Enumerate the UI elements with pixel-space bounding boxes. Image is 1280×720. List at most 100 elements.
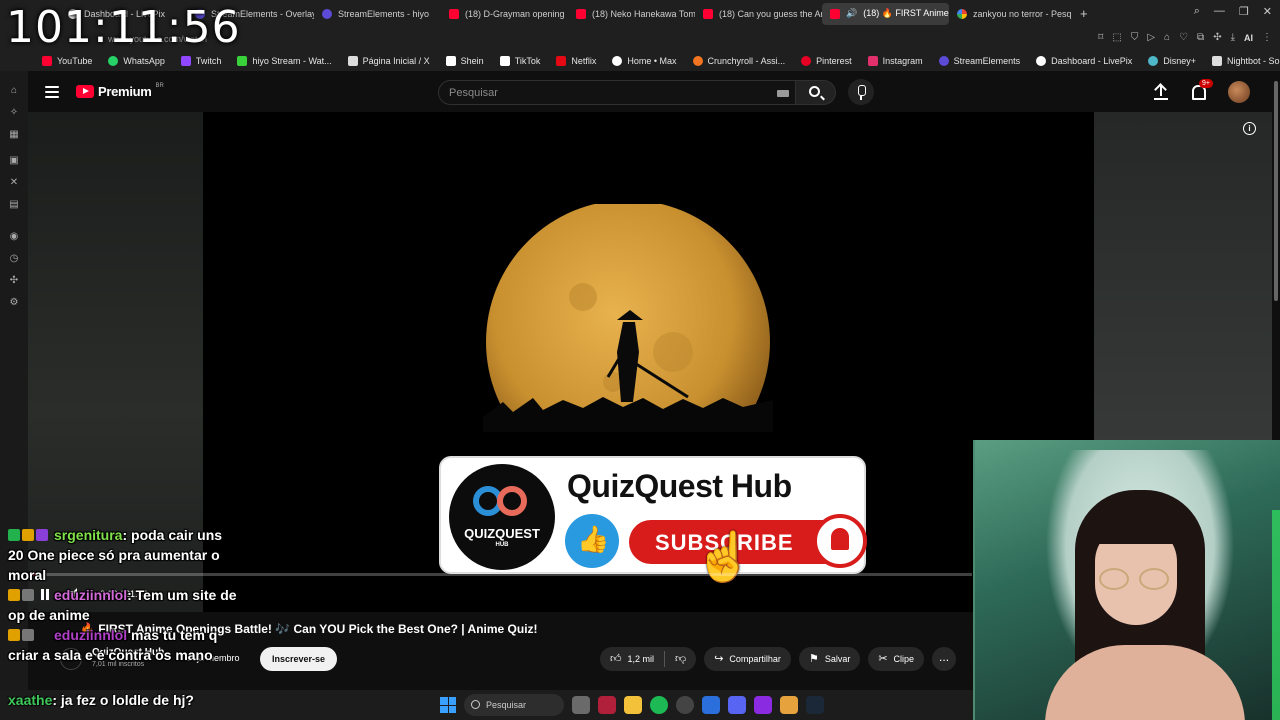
taskbar-apps: Pesquisar <box>440 694 824 716</box>
like-button[interactable]: 👍︎ 1,2 mil <box>600 647 664 671</box>
speaker-icon: 🔊 <box>846 8 858 18</box>
bookmark-instagram[interactable]: Instagram <box>860 56 931 66</box>
steam-icon[interactable] <box>806 696 824 714</box>
tiktok-icon <box>499 56 510 66</box>
bookmark-tiktok[interactable]: TikTok <box>492 56 549 66</box>
netflix-icon <box>556 56 567 66</box>
windows-start-icon[interactable] <box>440 697 456 713</box>
tab-dgrayman[interactable]: (18) D-Grayman opening <box>441 3 568 25</box>
new-tab-button[interactable]: + <box>1080 6 1088 21</box>
account-avatar[interactable] <box>1228 81 1250 103</box>
extension-toolbar: ⌑ ⬚ ⛉ ▷ ⌂ ♡ ⧉ ✣ ⤓ AI ⋮ <box>1098 32 1272 43</box>
spotify-icon[interactable] <box>650 696 668 714</box>
obs-icon[interactable] <box>676 696 694 714</box>
restore-icon[interactable]: ❐ <box>1239 5 1249 18</box>
window-controls: ⌕ — ❐ ✕ <box>1194 5 1272 18</box>
quizquest-logo: QUIZQUEST HUB <box>449 464 555 570</box>
bookmark-max[interactable]: Home • Max <box>604 56 684 66</box>
image-icon[interactable]: ▦ <box>8 129 20 141</box>
clip-button[interactable]: ✂ Clipe <box>868 647 925 671</box>
bookmark-x[interactable]: Página Inicial / X <box>340 56 438 66</box>
streamelements-icon <box>938 56 949 66</box>
file-explorer-icon[interactable] <box>624 696 642 714</box>
share-button[interactable]: ↪ Compartilhar <box>704 647 791 671</box>
chat-message-cont: 20 One piece só pra aumentar o <box>8 547 220 563</box>
tab-guess-anime[interactable]: (18) Can you guess the An <box>695 3 822 25</box>
bookmark-hiyo-stream[interactable]: hiyo Stream - Wat... <box>229 56 339 66</box>
ai-button[interactable]: AI <box>1244 33 1253 43</box>
bookmark-streamelements[interactable]: StreamElements <box>931 56 1029 66</box>
chat-badges <box>8 625 54 645</box>
youtube-play-icon <box>76 85 94 98</box>
play-circle-icon[interactable]: ◉ <box>8 231 20 243</box>
screenshot-icon[interactable]: ⬚ <box>1112 32 1121 43</box>
search-input[interactable]: Pesquisar <box>438 80 796 105</box>
youtube-icon <box>703 8 713 19</box>
x-icon[interactable]: ✕ <box>8 177 20 189</box>
create-upload-icon[interactable] <box>1154 84 1168 100</box>
bookmark-shein[interactable]: Shein <box>438 56 492 66</box>
dislike-button[interactable]: 👎︎ <box>665 647 696 671</box>
app-icon[interactable]: ▤ <box>8 199 20 211</box>
like-dislike-group: 👍︎ 1,2 mil 👎︎ <box>600 647 697 671</box>
thumbs-down-icon: 👎︎ <box>675 653 687 665</box>
bookmark-whatsapp[interactable]: WhatsApp <box>100 56 173 66</box>
app-icon-2[interactable] <box>754 696 772 714</box>
discord-icon[interactable] <box>728 696 746 714</box>
minimize-icon[interactable]: — <box>1214 5 1225 18</box>
app-icon-3[interactable] <box>780 696 798 714</box>
settings-icon[interactable]: ⚙ <box>8 297 20 309</box>
menu-dots-icon[interactable]: ⋮ <box>1262 32 1272 43</box>
home-icon[interactable]: ⌂ <box>8 85 20 97</box>
webcam-feed <box>973 440 1280 720</box>
tab-neko-hanekawa[interactable]: (18) Neko Hanekawa Tom <box>568 3 695 25</box>
twitch-icon[interactable]: ▣ <box>8 155 20 167</box>
thumbs-up-icon: 👍︎ <box>610 653 622 665</box>
close-icon[interactable]: ✕ <box>1263 5 1272 18</box>
menu-icon[interactable] <box>45 86 59 98</box>
widgets-icon[interactable] <box>572 696 590 714</box>
bookmark-netflix[interactable]: Netflix <box>548 56 604 66</box>
bookmark-icon[interactable]: ⌑ <box>1098 32 1103 43</box>
keyboard-icon[interactable] <box>777 90 789 97</box>
play-icon[interactable]: ▷ <box>1147 32 1155 43</box>
disney-icon <box>1148 56 1159 66</box>
copilot-icon[interactable]: ✧ <box>8 107 20 119</box>
search-tabs-icon[interactable]: ⌕ <box>1194 5 1200 18</box>
bookmark-youtube[interactable]: YouTube <box>34 56 100 66</box>
tab-first-anime-active[interactable]: 🔊 (18) 🔥 FIRST Anime <box>822 2 949 25</box>
puzzle-icon[interactable]: ✣ <box>1213 32 1221 43</box>
save-button[interactable]: ⚑ Salvar <box>798 647 861 671</box>
extension-icon[interactable]: ⧉ <box>1197 32 1204 43</box>
app-icon[interactable] <box>598 696 616 714</box>
scrollbar-thumb[interactable] <box>1274 81 1278 301</box>
heart-icon[interactable]: ♡ <box>1179 32 1188 43</box>
tab-zankyou-search[interactable]: zankyou no terror - Pesq <box>949 3 1076 25</box>
search-button[interactable] <box>796 80 836 105</box>
bookmark-crunchyroll[interactable]: Crunchyroll - Assi... <box>685 56 794 66</box>
shield-icon[interactable]: ⛉ <box>1131 32 1139 43</box>
bookmark-livepix[interactable]: Dashboard - LivePix <box>1028 56 1140 66</box>
youtube-premium-logo[interactable]: Premium BR <box>76 83 164 99</box>
more-actions-button[interactable]: ... <box>932 647 957 671</box>
edge-icon[interactable] <box>702 696 720 714</box>
voice-search-button[interactable] <box>848 79 874 105</box>
bookmark-pinterest[interactable]: Pinterest <box>793 56 860 66</box>
screen: Dashboard - LivePix StreamElements - Ove… <box>0 0 1280 720</box>
bookmark-nightbot[interactable]: Nightbot - Song R... <box>1204 56 1280 66</box>
pinterest-icon <box>801 56 812 66</box>
history-icon[interactable]: ◷ <box>8 253 20 265</box>
notifications-bell-icon[interactable]: 9+ <box>1190 79 1213 100</box>
wallet-icon[interactable]: ⌂ <box>1164 32 1170 43</box>
bookmark-twitch[interactable]: Twitch <box>173 56 230 66</box>
download-icon[interactable]: ⤓ <box>1231 32 1235 43</box>
taskbar-search[interactable]: Pesquisar <box>464 694 564 716</box>
scissors-icon: ✂ <box>878 653 888 665</box>
bookmark-disney[interactable]: Disney+ <box>1140 56 1204 66</box>
tab-streamelements-hiyo[interactable]: StreamElements - hiyo <box>314 3 441 25</box>
chat-message-cont: moral <box>8 567 47 583</box>
info-icon[interactable]: i <box>1243 122 1256 135</box>
extensions-icon[interactable]: ✣ <box>8 275 20 287</box>
share-icon: ↪ <box>714 653 724 665</box>
card-title: QuizQuest Hub <box>567 468 792 504</box>
